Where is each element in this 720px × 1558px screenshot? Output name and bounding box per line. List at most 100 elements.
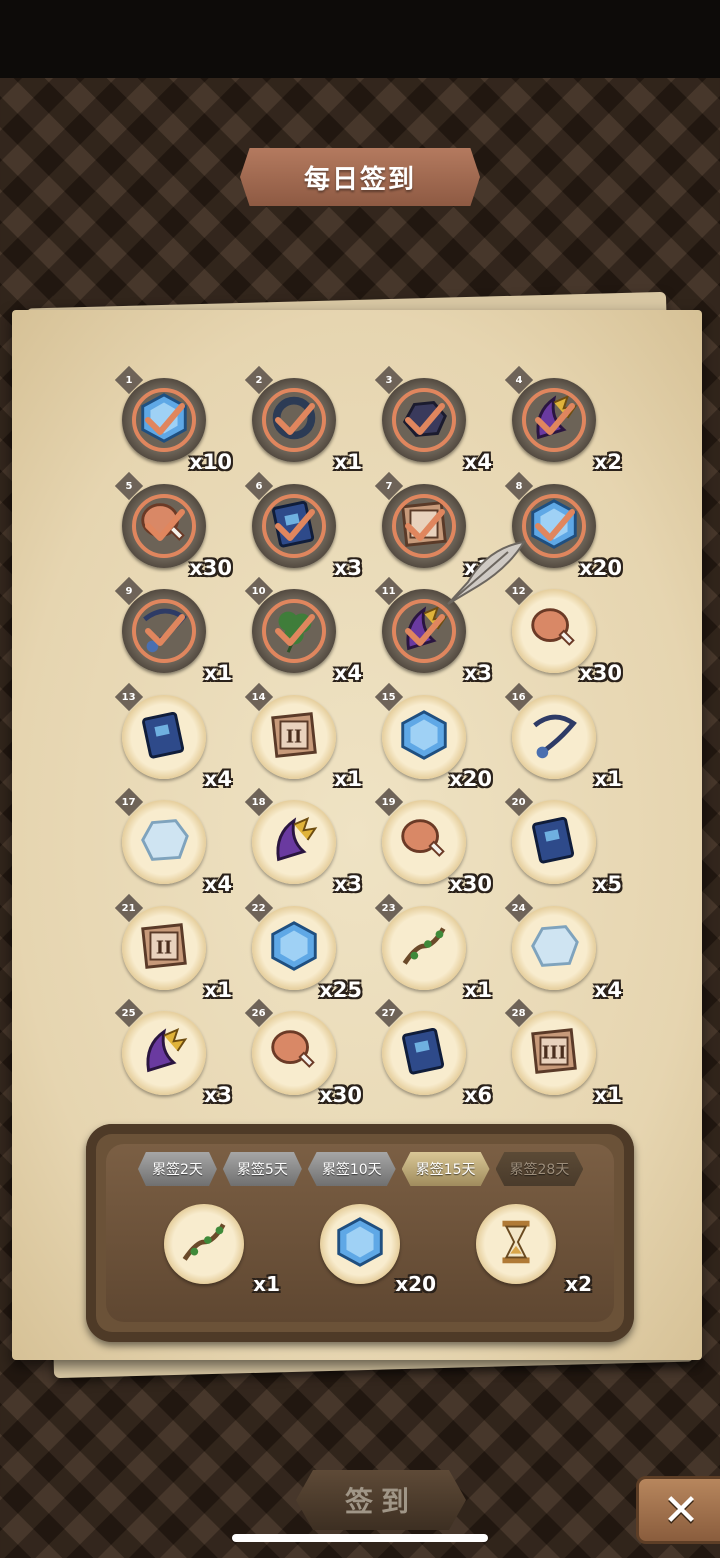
day-reward-4[interactable]: 4 x2 bbox=[504, 365, 622, 474]
reward-quantity: x1 bbox=[333, 766, 362, 791]
day-reward-24[interactable]: 24 x4 bbox=[504, 893, 622, 1002]
reward-coin bbox=[252, 378, 336, 462]
day-reward-28[interactable]: III 28 x1 bbox=[504, 998, 622, 1107]
day-reward-19[interactable]: 19 x30 bbox=[374, 787, 492, 896]
cumulative-tabs: 累签2天 累签5天 累签10天 累签15天 累签28天 bbox=[138, 1152, 584, 1186]
scroll-iii-icon: III bbox=[525, 1022, 583, 1084]
ice-ore-icon bbox=[525, 917, 583, 979]
reward-quantity: x30 bbox=[579, 661, 622, 685]
day-reward-14[interactable]: II 14 x1 bbox=[244, 682, 362, 791]
tab-cumulative-3[interactable]: 累签10天 bbox=[307, 1152, 396, 1186]
tab-cumulative-4[interactable]: 累签15天 bbox=[401, 1152, 490, 1186]
clover-icon bbox=[265, 600, 323, 662]
reward-coin bbox=[164, 1204, 244, 1284]
day-reward-21[interactable]: II 21 x1 bbox=[114, 893, 232, 1002]
day-reward-13[interactable]: 13 x4 bbox=[114, 682, 232, 791]
reward-coin bbox=[512, 378, 596, 462]
vine-icon bbox=[175, 1213, 233, 1275]
reward-quantity: x1 bbox=[463, 977, 492, 1002]
reward-coin: III bbox=[512, 1011, 596, 1095]
reward-quantity: x3 bbox=[203, 1083, 232, 1107]
status-bar bbox=[0, 0, 720, 78]
reward-coin bbox=[122, 800, 206, 884]
reward-quantity: x20 bbox=[579, 555, 622, 580]
reward-quantity: x4 bbox=[203, 872, 232, 896]
tab-cumulative-2[interactable]: 累签5天 bbox=[222, 1152, 302, 1186]
meat-icon bbox=[265, 1022, 323, 1084]
reward-coin bbox=[252, 589, 336, 673]
reward-quantity: x30 bbox=[449, 872, 492, 896]
day-reward-17[interactable]: 17 x4 bbox=[114, 787, 232, 896]
reward-quantity: x1 bbox=[253, 1272, 280, 1296]
reward-coin: II bbox=[252, 694, 336, 779]
reward-quantity: x1 bbox=[593, 766, 622, 791]
vine-icon bbox=[395, 917, 453, 979]
day-reward-6[interactable]: 6 x3 bbox=[244, 471, 362, 580]
reward-coin bbox=[382, 905, 466, 990]
tab-cumulative-1[interactable]: 累签2天 bbox=[138, 1152, 217, 1186]
home-indicator bbox=[232, 1534, 488, 1542]
book-icon bbox=[135, 706, 193, 768]
reward-coin bbox=[320, 1204, 400, 1284]
sign-in-button[interactable]: 签到 bbox=[296, 1470, 466, 1530]
reward-quantity: x3 bbox=[463, 661, 492, 685]
day-reward-27[interactable]: 27 x6 bbox=[374, 998, 492, 1107]
hourglass-icon bbox=[487, 1213, 545, 1275]
day-reward-10[interactable]: 10 x4 bbox=[244, 576, 362, 685]
cumulative-reward-2[interactable]: x20 bbox=[320, 1204, 436, 1304]
close-button[interactable]: ✕ bbox=[636, 1476, 720, 1544]
claw-icon bbox=[525, 389, 583, 451]
reward-quantity: x2 bbox=[565, 1272, 592, 1296]
claw-icon bbox=[265, 811, 323, 873]
day-reward-25[interactable]: 25 x3 bbox=[114, 998, 232, 1107]
gem-icon bbox=[265, 917, 323, 979]
reward-quantity: x3 bbox=[333, 872, 362, 896]
day-reward-1[interactable]: 1 x10 bbox=[114, 365, 232, 474]
claw-icon bbox=[135, 1022, 193, 1084]
reward-quantity: x25 bbox=[319, 977, 362, 1002]
reward-quantity: x1 bbox=[203, 977, 232, 1002]
amulet-icon bbox=[525, 706, 583, 768]
reward-quantity: x2 bbox=[593, 450, 622, 474]
svg-text:III: III bbox=[542, 1044, 566, 1064]
day-reward-9[interactable]: 9 x1 bbox=[114, 576, 232, 685]
reward-coin bbox=[512, 905, 596, 990]
reward-coin bbox=[122, 694, 206, 779]
reward-coin bbox=[122, 589, 206, 673]
ring-icon bbox=[265, 389, 323, 451]
day-reward-15[interactable]: 15 x20 bbox=[374, 682, 492, 791]
day-reward-5[interactable]: 5 x30 bbox=[114, 471, 232, 580]
reward-coin bbox=[512, 800, 596, 884]
reward-quantity: x20 bbox=[395, 1272, 436, 1296]
reward-quantity: x4 bbox=[593, 977, 622, 1002]
gem-icon bbox=[331, 1213, 389, 1275]
cumulative-reward-1[interactable]: x1 bbox=[164, 1204, 280, 1304]
day-reward-18[interactable]: 18 x3 bbox=[244, 787, 362, 896]
gem-icon bbox=[395, 706, 453, 768]
reward-quantity: x1 bbox=[203, 661, 232, 685]
svg-text:II: II bbox=[156, 938, 172, 958]
meat-icon bbox=[395, 811, 453, 873]
gem-icon bbox=[135, 389, 193, 451]
reward-coin bbox=[382, 378, 466, 462]
day-reward-26[interactable]: 26 x30 bbox=[244, 998, 362, 1107]
tab-cumulative-5[interactable]: 累签28天 bbox=[495, 1152, 584, 1186]
meat-icon bbox=[525, 600, 583, 662]
meat-icon bbox=[135, 495, 193, 557]
feather-quill-icon bbox=[447, 540, 527, 605]
book-icon bbox=[265, 495, 323, 557]
reward-coin bbox=[476, 1204, 556, 1284]
day-reward-2[interactable]: 2 x1 bbox=[244, 365, 362, 474]
reward-quantity: x10 bbox=[189, 450, 232, 474]
reward-quantity: x30 bbox=[189, 555, 232, 580]
day-reward-16[interactable]: 16 x1 bbox=[504, 682, 622, 791]
day-reward-3[interactable]: 3 x4 bbox=[374, 365, 492, 474]
reward-quantity: x3 bbox=[333, 555, 362, 580]
day-reward-23[interactable]: 23 x1 bbox=[374, 893, 492, 1002]
reward-coin: II bbox=[122, 905, 206, 990]
day-reward-22[interactable]: 22 x25 bbox=[244, 893, 362, 1002]
cumulative-reward-3[interactable]: x2 bbox=[476, 1204, 592, 1304]
day-reward-20[interactable]: 20 x5 bbox=[504, 787, 622, 896]
reward-quantity: x1 bbox=[333, 450, 362, 474]
reward-quantity: x6 bbox=[463, 1083, 492, 1107]
